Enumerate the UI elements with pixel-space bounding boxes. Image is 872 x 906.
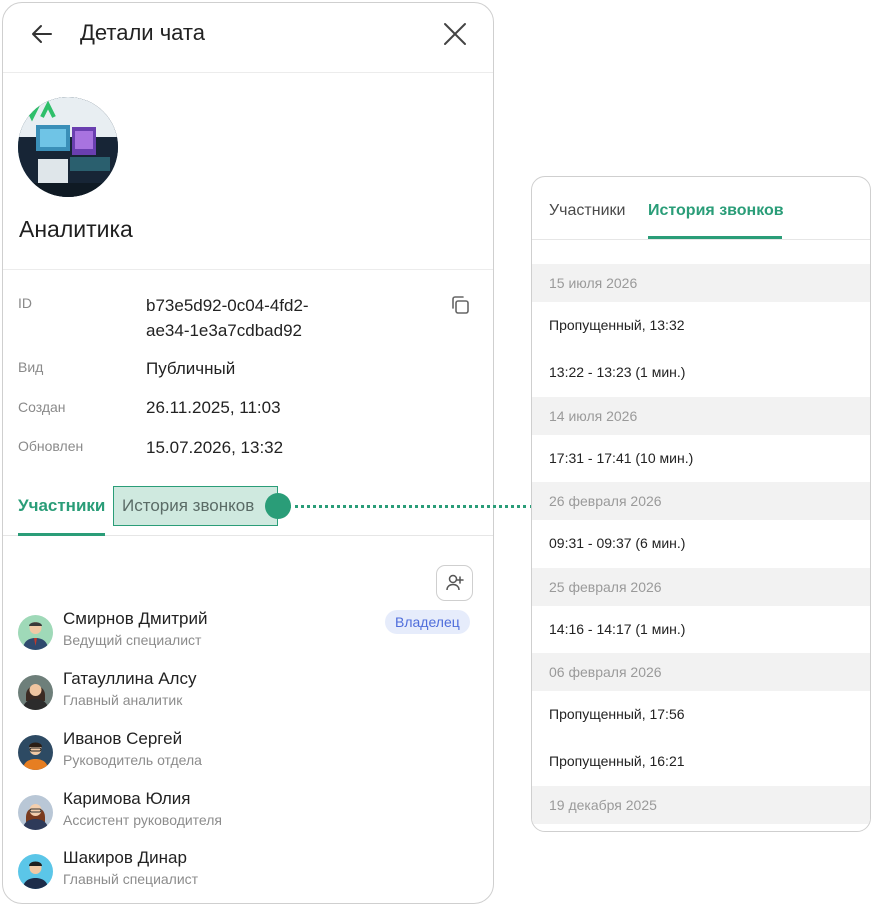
info-value-updated: 15.07.2026, 13:32: [146, 438, 284, 457]
add-user-icon: [446, 574, 464, 591]
history-call[interactable]: 14:16 - 14:17 (1 мин.): [532, 607, 870, 653]
avatar: [18, 854, 53, 889]
history-call[interactable]: Пропущенный, 16:21: [532, 739, 870, 785]
history-call[interactable]: 09:31 - 09:37 (6 мин.): [532, 521, 870, 567]
divider: [3, 269, 493, 270]
tabs: Участники История звонков: [532, 177, 870, 240]
avatar: [18, 615, 53, 650]
callout-connector: [288, 505, 533, 508]
member-name: Смирнов Дмитрий: [63, 609, 208, 628]
chat-avatar: [18, 97, 118, 197]
member-name: Шакиров Динар: [63, 848, 187, 867]
member-role: Главный специалист: [63, 871, 199, 887]
owner-badge: Владелец: [385, 610, 470, 634]
page-title: Детали чата: [80, 20, 205, 45]
history-date: 26 февраля 2026: [532, 482, 870, 520]
info-label-updated: Обновлен: [18, 438, 84, 454]
tabs: Участники История звонков: [3, 483, 493, 536]
history-date: 19 декабря 2025: [532, 786, 870, 824]
member-row[interactable]: Каримова Юлия Ассистент руководителя: [18, 789, 478, 839]
add-user-button[interactable]: [436, 565, 473, 601]
tab-participants[interactable]: Участники: [18, 496, 105, 516]
id-line-2: ae34-1e3a7cdbad92: [146, 321, 302, 340]
arrow-left-icon[interactable]: [29, 21, 55, 47]
member-name: Каримова Юлия: [63, 789, 191, 808]
member-role: Главный аналитик: [63, 692, 183, 708]
info-label-created: Создан: [18, 399, 66, 415]
member-row[interactable]: Смирнов Дмитрий Ведущий специалист Владе…: [18, 609, 478, 659]
member-row[interactable]: Гатауллина Алсу Главный аналитик: [18, 669, 478, 719]
tab-call-history-label: История звонков: [122, 496, 255, 515]
call-history-panel: Участники История звонков 15 июля 2026 П…: [531, 176, 871, 832]
tab-active-indicator: [18, 533, 105, 536]
info-value-id[interactable]: b73e5d92-0c04-4fd2- ae34-1e3a7cdbad92: [146, 293, 309, 343]
member-row[interactable]: Иванов Сергей Руководитель отдела: [18, 729, 478, 779]
copy-icon[interactable]: [449, 294, 471, 316]
tab-participants[interactable]: Участники: [549, 202, 625, 220]
chat-name: Аналитика: [19, 216, 133, 242]
info-value-type: Публичный: [146, 359, 236, 378]
history-call[interactable]: Пропущенный, 13:32: [532, 303, 870, 349]
panel-header: Детали чата: [3, 3, 493, 73]
history-date: 06 февраля 2026: [532, 653, 870, 691]
member-role: Ведущий специалист: [63, 632, 202, 648]
avatar: [18, 675, 53, 710]
history-date: 15 июля 2026: [532, 264, 870, 302]
history-date: 14 июля 2026: [532, 397, 870, 435]
member-name: Гатауллина Алсу: [63, 669, 197, 688]
member-name: Иванов Сергей: [63, 729, 183, 748]
id-line-1: b73e5d92-0c04-4fd2-: [146, 296, 309, 315]
avatar: [18, 735, 53, 770]
history-call[interactable]: 13:22 - 13:23 (1 мин.): [532, 350, 870, 396]
member-row[interactable]: Шакиров Динар Главный специалист: [18, 848, 478, 898]
tab-active-indicator: [648, 236, 782, 239]
member-role: Руководитель отдела: [63, 752, 202, 768]
history-call[interactable]: Пропущенный, 17:56: [532, 692, 870, 738]
history-date: 25 февраля 2026: [532, 568, 870, 606]
avatar: [18, 795, 53, 830]
tab-call-history[interactable]: История звонков: [113, 486, 278, 526]
info-label-id: ID: [18, 295, 32, 311]
tab-call-history[interactable]: История звонков: [648, 202, 784, 220]
info-label-type: Вид: [18, 359, 44, 375]
member-role: Ассистент руководителя: [63, 812, 223, 828]
chat-details-panel: Детали чата Аналитика ID b73e5d92-0c04-4…: [2, 2, 494, 904]
history-call[interactable]: 17:31 - 17:41 (10 мин.): [532, 436, 870, 482]
info-value-created: 26.11.2025, 11:03: [146, 398, 281, 417]
close-icon[interactable]: [441, 20, 469, 48]
